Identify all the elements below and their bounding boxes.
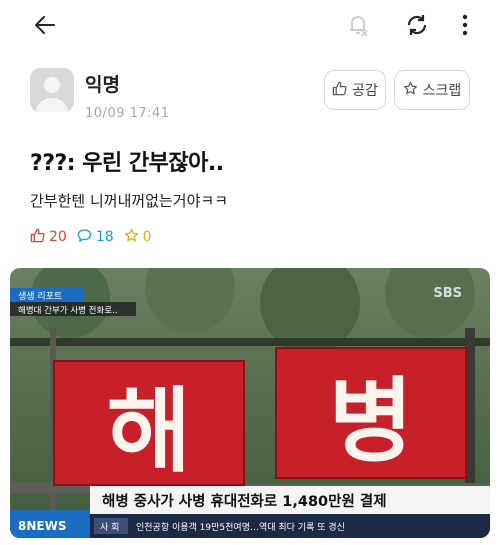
sign-left-text: 해 — [107, 378, 192, 485]
post-stats: 20 18 0 — [30, 228, 162, 246]
like-button-label: 공감 — [352, 83, 378, 99]
sign-right-text: 병 — [329, 368, 414, 475]
star-icon — [124, 228, 139, 247]
comment-count-value: 18 — [95, 229, 114, 245]
thumbs-up-icon — [30, 228, 45, 247]
scrap-count-value: 0 — [142, 229, 152, 245]
attached-image[interactable]: 해 병 생생 리포트 해병대 간부가 사병 전화로.. SBS 해병 중사가 사… — [10, 268, 490, 538]
more-vertical-icon[interactable] — [450, 10, 480, 40]
top-bar — [0, 0, 500, 50]
post-date: 10/09 17:41 — [85, 106, 170, 121]
thumbs-up-icon — [332, 81, 347, 100]
star-icon — [403, 81, 418, 100]
sub-caption: 해병대 간부가 사병 전화로.. — [18, 305, 118, 316]
scrap-button-label: 스크랩 — [422, 83, 462, 99]
comment-count: 18 — [77, 228, 114, 247]
back-arrow-icon[interactable] — [30, 10, 60, 40]
author-name: 익명 — [85, 74, 120, 96]
scrap-button[interactable]: 스크랩 — [394, 70, 470, 110]
bell-off-icon[interactable] — [343, 10, 373, 40]
like-count-value: 20 — [49, 229, 67, 245]
refresh-icon[interactable] — [402, 10, 432, 40]
like-button[interactable]: 공감 — [324, 70, 386, 110]
news-logo: 8NEWS — [18, 519, 66, 533]
channel-logo: SBS — [433, 286, 462, 301]
section-label: 사 회 — [100, 522, 119, 533]
comment-bubble-icon — [77, 228, 92, 247]
post-body: 간부한텐 니꺼내꺼없는거야ㅋㅋ — [30, 192, 228, 210]
like-count: 20 — [30, 228, 67, 247]
scrap-count: 0 — [124, 228, 152, 247]
post-title: ???: 우린 간부잖아.. — [30, 151, 224, 176]
report-badge: 생생 리포트 — [18, 291, 62, 302]
avatar — [30, 68, 74, 112]
ticker-text: 인천공항 이용객 19만5천여명…역대 최다 기록 또 경신 — [136, 521, 345, 533]
post-author-row: 익명 10/09 17:41 공감 스크랩 — [30, 68, 470, 124]
headline-text: 해병 중사가 사병 휴대전화로 1,480만원 결제 — [102, 492, 387, 510]
